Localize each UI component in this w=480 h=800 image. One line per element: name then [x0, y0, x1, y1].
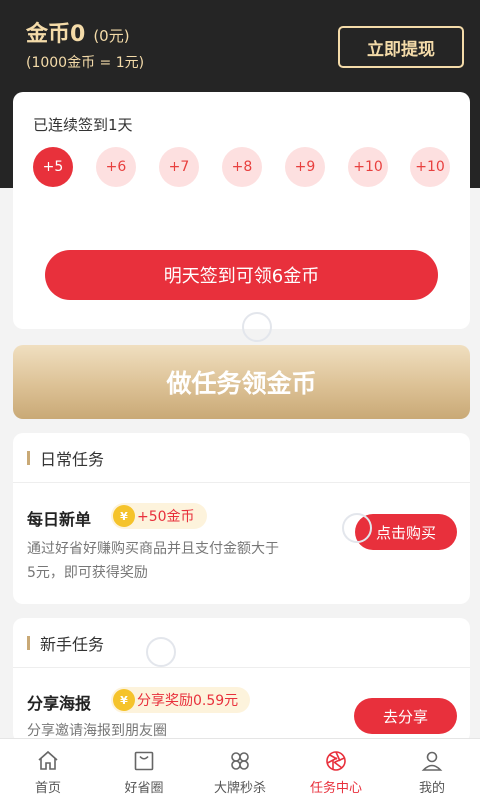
newbie-section-header: 新手任务	[13, 618, 470, 668]
checkin-card: 已连续签到1天 +5 +6 +7 +8 +9 +10 +10 明天签到可领6金币	[13, 92, 470, 329]
checkin-status: 已连续签到1天	[33, 116, 133, 134]
coin-balance: 金币0 (0元)	[26, 16, 130, 48]
checkin-day-6: +10	[348, 147, 388, 187]
newbie-task-card: 新手任务 分享海报 ¥ 分享奖励0.59元 分享邀请海报到朋友圈 去分享	[13, 618, 470, 743]
section-marker	[27, 450, 30, 465]
aperture-icon	[326, 751, 346, 771]
daily-section-header: 日常任务	[13, 433, 470, 483]
daily-section-title: 日常任务	[40, 449, 105, 469]
touch-indicator-ring	[342, 513, 372, 543]
tab-mine-label: 我的	[418, 781, 445, 796]
daily-desc-line-2: 5元，即可获得奖励	[27, 565, 148, 581]
home-icon	[38, 750, 58, 770]
bag-icon	[134, 751, 154, 771]
checkin-day-row: +5 +6 +7 +8 +9 +10 +10	[13, 147, 470, 187]
coin-icon: ¥	[113, 689, 135, 711]
newbie-task-title: 分享海报	[27, 694, 92, 713]
daily-task-description: 通过好省好赚购买商品并且支付金额大于 5元，即可获得奖励	[27, 537, 337, 585]
exchange-rate-label: (1000金币 = 1元)	[26, 55, 145, 71]
task-banner: 做任务领金币	[13, 345, 470, 419]
bottom-tab-bar: 首页 好省圈 大牌秒杀 任务中心 我的	[0, 738, 480, 800]
newbie-reward-text: 分享奖励0.59元	[137, 693, 239, 709]
tomorrow-checkin-button[interactable]: 明天签到可领6金币	[45, 250, 438, 300]
user-icon	[421, 751, 443, 771]
tab-haoshengquan-label: 好省圈	[124, 781, 164, 796]
daily-task-title: 每日新单	[27, 510, 92, 529]
clover-icon	[231, 752, 249, 770]
checkin-day-1: +5	[33, 147, 73, 187]
daily-task-card: 日常任务 每日新单 ¥ +50金币 通过好省好赚购买商品并且支付金额大于 5元，…	[13, 433, 470, 604]
daily-reward-text: +50金币	[137, 509, 195, 525]
daily-task-reward: ¥ +50金币	[111, 503, 207, 529]
tab-task-center[interactable]: 任务中心	[288, 739, 384, 800]
tab-flash-sale-label: 大牌秒杀	[213, 781, 266, 796]
section-marker	[27, 635, 30, 650]
coin-balance-label: 金币0	[26, 22, 86, 47]
withdraw-button[interactable]: 立即提现	[338, 26, 464, 68]
daily-desc-line-1: 通过好省好赚购买商品并且支付金额大于	[27, 541, 279, 557]
touch-indicator-ring	[146, 637, 176, 667]
newbie-task-reward: ¥ 分享奖励0.59元	[111, 687, 251, 713]
newbie-section-title: 新手任务	[40, 634, 105, 654]
yuan-balance-label: (0元)	[93, 27, 130, 45]
checkin-day-3: +7	[159, 147, 199, 187]
coin-icon: ¥	[113, 505, 135, 527]
checkin-day-5: +9	[285, 147, 325, 187]
tab-haoshengquan[interactable]: 好省圈	[96, 739, 192, 800]
tab-home-label: 首页	[34, 781, 61, 796]
checkin-day-7: +10	[410, 147, 450, 187]
touch-indicator-ring	[242, 312, 272, 342]
tab-task-center-label: 任务中心	[309, 781, 362, 796]
tab-mine[interactable]: 我的	[384, 739, 480, 800]
share-button[interactable]: 去分享	[354, 698, 457, 734]
tab-flash-sale[interactable]: 大牌秒杀	[192, 739, 288, 800]
tab-home[interactable]: 首页	[0, 739, 96, 800]
checkin-day-2: +6	[96, 147, 136, 187]
checkin-day-4: +8	[222, 147, 262, 187]
